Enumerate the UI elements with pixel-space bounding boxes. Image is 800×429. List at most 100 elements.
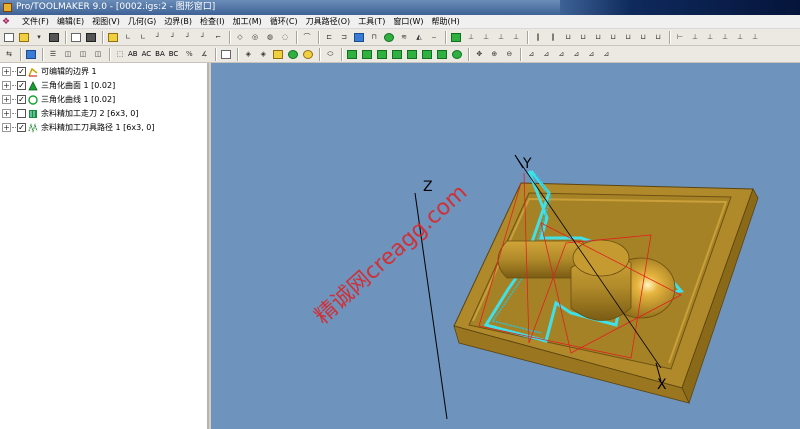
dropdown-arrow-icon[interactable]: ▾ [32, 31, 46, 44]
step-tool-4-icon[interactable]: ┘ [196, 31, 210, 44]
angle-icon[interactable]: ∡ [197, 48, 211, 61]
tool-u-icon[interactable]: ⊔ [636, 31, 650, 44]
tool-a-icon[interactable]: ⊏ [322, 31, 336, 44]
corner-tool-2-icon[interactable]: ∟ [136, 31, 150, 44]
view-back-icon[interactable] [360, 48, 374, 61]
menu-machining[interactable]: 加工(M) [229, 16, 266, 28]
tree-tool-icon[interactable]: ⇆ [2, 48, 16, 61]
tool-p-icon[interactable]: ⊔ [561, 31, 575, 44]
shape-tool-4-icon[interactable]: ◌ [278, 31, 292, 44]
shape-tool-3-icon[interactable]: ◍ [263, 31, 277, 44]
render-wire-icon[interactable]: ◈ [241, 48, 255, 61]
view-left-icon[interactable] [375, 48, 389, 61]
visibility-checkbox[interactable]: ✓ [17, 81, 26, 90]
tree-item-rest-finish-pass[interactable]: + 余料精加工走刀 2 [6x3, 0] [0, 107, 139, 120]
visibility-checkbox[interactable]: ✓ [17, 95, 26, 104]
pan-icon[interactable]: ✥ [472, 48, 486, 61]
tool-d-icon[interactable]: ⊓ [367, 31, 381, 44]
menu-cycle[interactable]: 循环(C) [266, 16, 302, 28]
profile-tool-icon[interactable]: ⌐ [211, 31, 225, 44]
menu-geometry[interactable]: 几何(G) [124, 16, 160, 28]
zoom-in-icon[interactable]: ⊕ [487, 48, 501, 61]
expand-icon[interactable]: + [2, 81, 11, 90]
boundary-tool-icon[interactable] [106, 31, 120, 44]
tool-e-icon[interactable] [382, 31, 396, 44]
render-shaded-icon[interactable] [271, 48, 285, 61]
menu-file[interactable]: 文件(F) [18, 16, 53, 28]
tool-t-icon[interactable]: ⊔ [621, 31, 635, 44]
select-region-icon[interactable]: ⬚ [113, 48, 127, 61]
view-iso-2-icon[interactable] [450, 48, 464, 61]
tool-n-icon[interactable]: ‖ [531, 31, 545, 44]
render-edges-icon[interactable] [301, 48, 315, 61]
measure-3-icon[interactable]: ⊿ [554, 48, 568, 61]
expand-icon[interactable]: + [2, 95, 11, 104]
graphics-viewport[interactable]: Z Y X 精诚网creagg.com [211, 63, 800, 429]
view-right-icon[interactable] [390, 48, 404, 61]
menu-view[interactable]: 视图(V) [88, 16, 124, 28]
tool-l-icon[interactable]: ⊥ [494, 31, 508, 44]
menu-inspect[interactable]: 检查(I) [196, 16, 229, 28]
view-bottom-icon[interactable] [420, 48, 434, 61]
curve-tool-icon[interactable]: ⌒ [300, 31, 314, 44]
toolbar-label-ac[interactable]: AC [142, 50, 152, 58]
tool-g-icon[interactable]: ◭ [412, 31, 426, 44]
corner-tool-icon[interactable]: ∟ [121, 31, 135, 44]
tree-item-triangulated-surface[interactable]: + ✓ 三角化曲面 1 [0.02] [0, 79, 115, 92]
toolbar-label-ba[interactable]: BA [155, 50, 165, 58]
tool-y-icon[interactable]: ⊥ [703, 31, 717, 44]
ellipse-icon[interactable]: ⬭ [323, 48, 337, 61]
menu-tools[interactable]: 工具(T) [354, 16, 389, 28]
list-icon[interactable]: ☰ [46, 48, 60, 61]
menu-help[interactable]: 帮助(H) [427, 16, 463, 28]
expand-icon[interactable]: + [2, 67, 11, 76]
tool-j-icon[interactable]: ⊥ [464, 31, 478, 44]
tool-v-icon[interactable]: ⊔ [651, 31, 665, 44]
visibility-checkbox[interactable] [17, 109, 26, 118]
tree-item-triangulated-curve[interactable]: + ✓ 三角化曲线 1 [0.02] [0, 93, 115, 106]
view-iso-icon[interactable] [435, 48, 449, 61]
tool-h-icon[interactable]: ⌢ [427, 31, 441, 44]
tool-b-icon[interactable]: ⊐ [337, 31, 351, 44]
menu-edit[interactable]: 编辑(E) [53, 16, 88, 28]
expand-icon[interactable]: + [2, 123, 11, 132]
visibility-checkbox[interactable]: ✓ [17, 123, 26, 132]
split-icon[interactable]: ◫ [61, 48, 75, 61]
menu-window[interactable]: 窗口(W) [389, 16, 427, 28]
shape-tool-icon[interactable]: ◇ [233, 31, 247, 44]
measure-6-icon[interactable]: ⊿ [599, 48, 613, 61]
expand-icon[interactable]: + [2, 109, 11, 118]
tool-i-icon[interactable] [449, 31, 463, 44]
measure-5-icon[interactable]: ⊿ [584, 48, 598, 61]
view-front-icon[interactable] [345, 48, 359, 61]
tool-c-icon[interactable] [352, 31, 366, 44]
render-smooth-icon[interactable] [286, 48, 300, 61]
step-tool-icon[interactable]: ┘ [151, 31, 165, 44]
step-tool-2-icon[interactable]: ┘ [166, 31, 180, 44]
shape-tool-2-icon[interactable]: ◎ [248, 31, 262, 44]
zoom-out-icon[interactable]: ⊖ [502, 48, 516, 61]
percent-icon[interactable]: % [182, 48, 196, 61]
tree-item-editable-boundary[interactable]: + ✓ 可编辑的边界 1 [0, 65, 97, 78]
layer-icon[interactable] [24, 48, 38, 61]
tool-x-icon[interactable]: ⊥ [688, 31, 702, 44]
view-top-icon[interactable] [405, 48, 419, 61]
visibility-checkbox[interactable]: ✓ [17, 67, 26, 76]
open-file-icon[interactable] [17, 31, 31, 44]
menu-boundary[interactable]: 边界(B) [160, 16, 196, 28]
toolbar-label-bc[interactable]: BC [169, 50, 179, 58]
copy-icon[interactable] [69, 31, 83, 44]
tool-s-icon[interactable]: ⊔ [606, 31, 620, 44]
tool-o-icon[interactable]: ‖ [546, 31, 560, 44]
tree-item-rest-finish-toolpath[interactable]: + ✓ 余料精加工刀具路径 1 [6x3, 0] [0, 121, 155, 134]
tool-aa-icon[interactable]: ⊥ [733, 31, 747, 44]
tool-w-icon[interactable]: ⊢ [673, 31, 687, 44]
document-icon[interactable]: ❖ [2, 16, 16, 28]
render-hidden-icon[interactable]: ◈ [256, 48, 270, 61]
measure-2-icon[interactable]: ⊿ [539, 48, 553, 61]
tool-q-icon[interactable]: ⊔ [576, 31, 590, 44]
save-icon[interactable] [47, 31, 61, 44]
measure-icon[interactable]: ⊿ [524, 48, 538, 61]
tool-m-icon[interactable]: ⊥ [509, 31, 523, 44]
menu-toolpath[interactable]: 刀具路径(O) [302, 16, 355, 28]
